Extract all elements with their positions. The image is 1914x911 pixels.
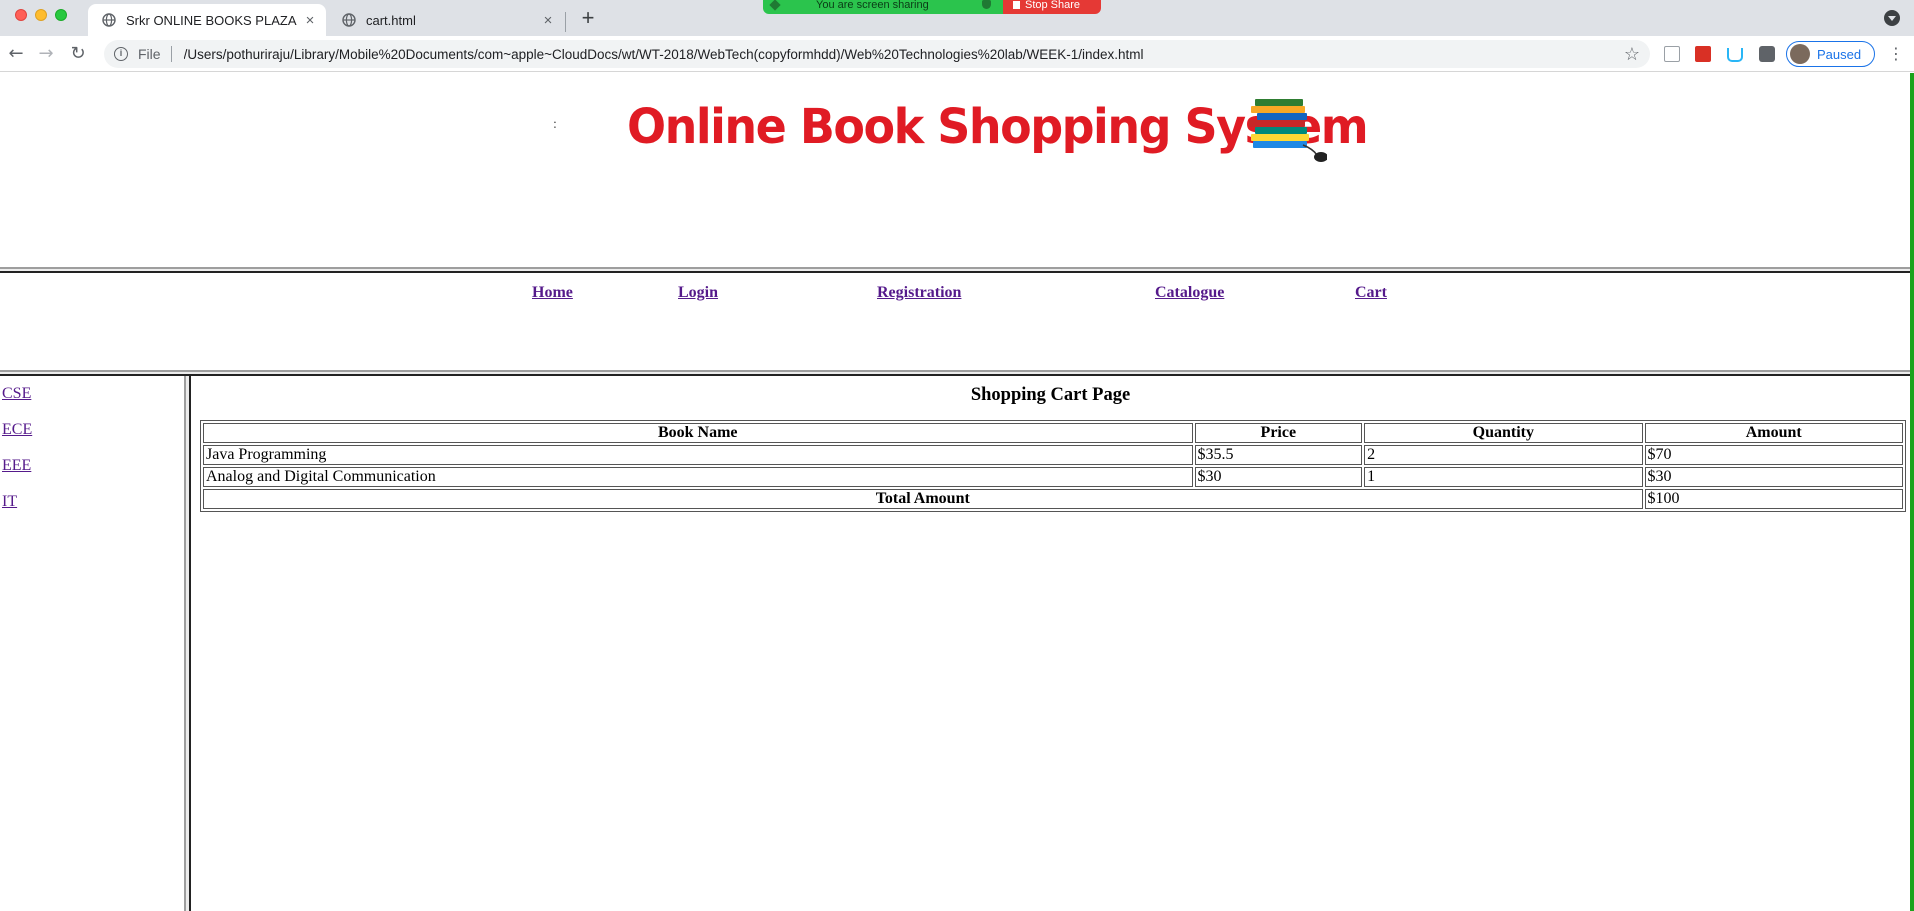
tab-cart-html[interactable]: cart.html × [328, 4, 564, 36]
stop-share-button[interactable]: Stop Share [1003, 0, 1101, 14]
url-scheme-label: File [138, 46, 161, 62]
book-name-cell: Analog and Digital Communication [203, 467, 1193, 487]
nav-link-home[interactable]: Home [532, 284, 573, 302]
extensions-puzzle-icon[interactable] [1759, 46, 1775, 62]
book-stack-icon [1249, 99, 1327, 162]
nav-link-cart[interactable]: Cart [1355, 284, 1387, 302]
red-extension-icon[interactable] [1695, 46, 1711, 62]
quantity-cell: 2 [1364, 445, 1643, 465]
nav-frame: Home Login Registration Catalogue Cart [0, 273, 1910, 370]
page-title: Shopping Cart Page [970, 385, 1131, 405]
close-tab-icon[interactable]: × [300, 12, 320, 29]
url-text[interactable]: /Users/pothuriraju/Library/Mobile%20Docu… [184, 47, 1620, 62]
amount-cell: $30 [1644, 467, 1903, 487]
column-header-book-name: Book Name [203, 423, 1193, 443]
frame-divider-vertical[interactable] [184, 376, 191, 911]
globe-icon [342, 13, 356, 27]
top-frame: : Online Book Shopping System [0, 73, 1910, 267]
close-tab-icon[interactable]: × [538, 12, 558, 29]
address-bar[interactable]: i File /Users/pothuriraju/Library/Mobile… [104, 40, 1650, 68]
window-minimize-button[interactable] [35, 9, 47, 21]
browser-tab-strip: Srkr ONLINE BOOKS PLAZA × cart.html × + … [0, 0, 1914, 36]
table-row: Java Programming $35.5 2 $70 [203, 445, 1903, 465]
quantity-cell: 1 [1364, 467, 1643, 487]
site-banner-logo: Online Book Shopping System [550, 81, 1369, 181]
book-name-cell: Java Programming [203, 445, 1193, 465]
info-icon[interactable]: i [114, 47, 128, 61]
window-maximize-button[interactable] [55, 9, 67, 21]
window-close-button[interactable] [15, 9, 27, 21]
bookmark-star-icon[interactable]: ☆ [1620, 44, 1644, 65]
sidebar-item-ece[interactable]: ECE [2, 421, 32, 439]
back-arrow-icon[interactable]: ← [4, 42, 28, 66]
total-label: Total Amount [203, 489, 1643, 509]
shield-icon [982, 0, 991, 9]
tab-divider [565, 12, 566, 32]
table-row: Analog and Digital Communication $30 1 $… [203, 467, 1903, 487]
address-divider [170, 46, 172, 62]
nav-link-registration[interactable]: Registration [877, 284, 961, 302]
tab-title: cart.html [366, 12, 416, 28]
price-cell: $30 [1194, 467, 1363, 487]
avatar [1790, 44, 1810, 64]
profile-button[interactable]: Paused [1786, 41, 1875, 67]
cup-extension-icon[interactable] [1727, 48, 1743, 62]
column-header-quantity: Quantity [1364, 423, 1643, 443]
nav-link-login[interactable]: Login [678, 284, 718, 302]
cart-table: Book Name Price Quantity Amount Java Pro… [200, 420, 1906, 512]
cart-frame: Shopping Cart Page Book Name Price Quant… [191, 376, 1910, 911]
browser-menu-icon[interactable]: ⋮ [1888, 44, 1904, 64]
amount-cell: $70 [1644, 445, 1903, 465]
screen-share-banner: You are screen sharing Stop Share [763, 0, 1101, 14]
stop-share-label: Stop Share [1025, 0, 1081, 11]
reload-icon[interactable]: ↻ [66, 42, 90, 66]
window-edge-scrollbar [1910, 73, 1914, 911]
new-tab-button[interactable]: + [578, 5, 598, 31]
sidebar-item-it[interactable]: IT [2, 493, 17, 511]
column-header-price: Price [1194, 423, 1363, 443]
reader-extension-icon[interactable] [1664, 46, 1680, 62]
total-value: $100 [1644, 489, 1903, 509]
category-frame: CSE ECE EEE IT [0, 376, 184, 911]
forward-arrow-icon[interactable]: → [34, 42, 58, 66]
globe-icon [102, 13, 116, 27]
column-header-amount: Amount [1644, 423, 1903, 443]
nav-link-catalogue[interactable]: Catalogue [1155, 284, 1224, 302]
profile-status: Paused [1817, 46, 1862, 62]
screen-share-message: You are screen sharing [763, 0, 1003, 14]
tab-search-icon[interactable] [1884, 10, 1900, 26]
screen-share-text: You are screen sharing [816, 0, 929, 11]
browser-toolbar: ← → ↻ i File /Users/pothuriraju/Library/… [0, 36, 1914, 72]
sidebar-item-eee[interactable]: EEE [2, 457, 31, 475]
total-row: Total Amount $100 [203, 489, 1903, 509]
sidebar-item-cse[interactable]: CSE [2, 385, 31, 403]
price-cell: $35.5 [1194, 445, 1363, 465]
tab-title: Srkr ONLINE BOOKS PLAZA [126, 12, 297, 28]
stop-icon [1013, 1, 1020, 9]
tab-srkr-books-plaza[interactable]: Srkr ONLINE BOOKS PLAZA × [88, 4, 326, 36]
table-header-row: Book Name Price Quantity Amount [203, 423, 1903, 443]
page-viewport: : Online Book Shopping System Home Login… [0, 73, 1910, 911]
